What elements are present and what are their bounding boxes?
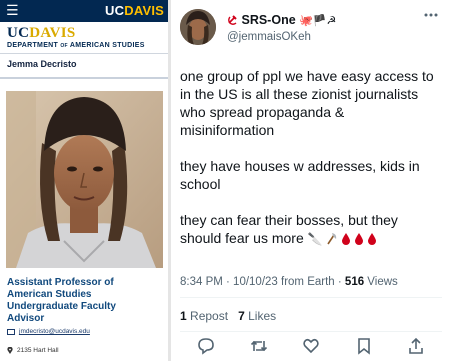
mail-icon [7, 328, 15, 335]
share-icon[interactable] [407, 337, 425, 355]
tweet-text: one group of ppl we have easy access to … [180, 67, 448, 248]
name-emojis: 🐙🏴☭ [299, 14, 337, 27]
divider [180, 297, 442, 298]
more-options-icon[interactable] [424, 12, 438, 18]
ucdavis-wordmark[interactable]: UCDAVIS [7, 25, 76, 42]
site-header: ☰ UCDAVIS [0, 0, 168, 22]
profile-photo [6, 91, 163, 268]
hamburger-icon[interactable]: ☰ [6, 3, 19, 19]
divider [180, 331, 442, 332]
avatar[interactable] [180, 9, 216, 45]
knife-emoji: 🔪 [307, 232, 323, 246]
tweet-actions [171, 337, 450, 357]
department-name: DEPARTMENT OF AMERICAN STUDIES [7, 42, 145, 49]
drop-of-blood-icon [367, 233, 376, 245]
divider [0, 53, 168, 54]
likes-stat[interactable]: 7 Likes [238, 309, 276, 323]
reply-icon[interactable] [197, 337, 215, 355]
tweet-meta: 8:34 PM · 10/10/23 from Earth · 516 View… [180, 276, 398, 288]
faculty-title: Assistant Professor of American Studies … [7, 277, 116, 324]
person-name: Jemma Decristo [7, 59, 77, 69]
drop-of-blood-icon [354, 233, 363, 245]
tweet-card: SRS-One 🐙🏴☭ @jemmaisOKeh one group of pp… [171, 0, 450, 361]
faculty-profile-page: ☰ UCDAVIS UCDAVIS DEPARTMENT OF AMERICAN… [0, 0, 168, 361]
header-logo[interactable]: UCDAVIS [105, 3, 164, 18]
axe-icon [326, 233, 336, 245]
user-handle[interactable]: @jemmaisOKeh [227, 31, 311, 43]
reposts-stat[interactable]: 1 Repost [180, 309, 228, 323]
divider [0, 77, 168, 79]
display-name[interactable]: SRS-One 🐙🏴☭ [227, 13, 336, 27]
repost-icon[interactable] [250, 337, 268, 355]
like-icon[interactable] [302, 337, 320, 355]
tweet-last-line: should fear us more 🔪 [180, 229, 448, 248]
location-pin-icon [7, 346, 13, 354]
engagement-stats: 1 Repost 7 Likes [180, 309, 276, 323]
hammer-sickle-icon [228, 15, 237, 25]
email-link[interactable]: jmdecristo@ucdavis.edu [7, 328, 90, 335]
drop-of-blood-icon [341, 233, 350, 245]
office-address: 2135 Hart Hall [7, 346, 59, 354]
bookmark-icon[interactable] [355, 337, 373, 355]
